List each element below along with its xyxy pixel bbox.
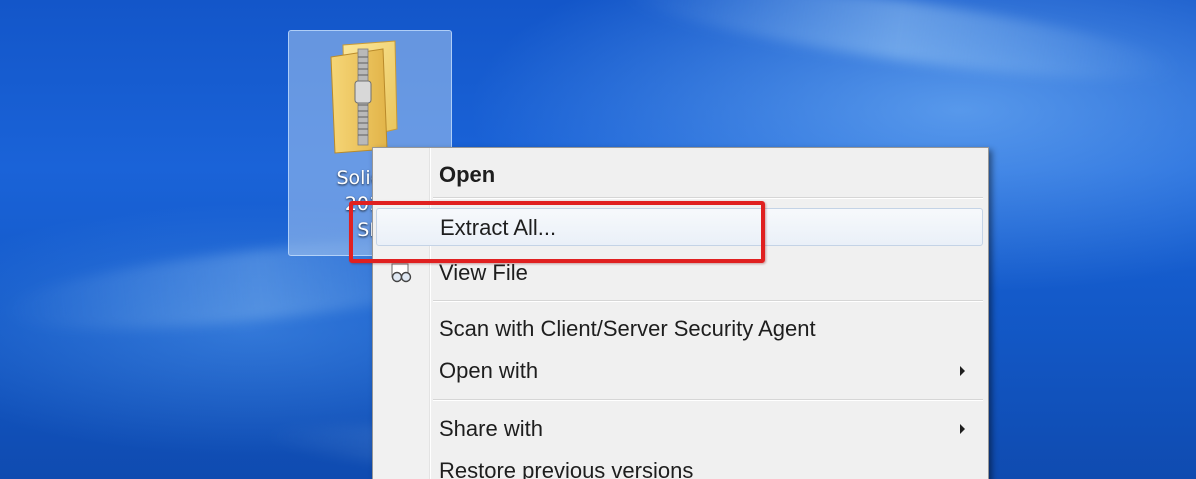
menu-item-label: Scan with Client/Server Security Agent	[439, 316, 816, 341]
submenu-arrow-icon	[960, 366, 965, 376]
menu-item-label: Open with	[439, 358, 539, 383]
context-menu: Open Extract All... View File Scan with …	[372, 147, 989, 479]
menu-item-scan-security-agent[interactable]: Scan with Client/Server Security Agent	[376, 310, 983, 348]
menu-separator	[433, 399, 983, 401]
zip-folder-icon	[330, 40, 398, 154]
desktop-background: SolidW 2014 SP Open Extract All... View …	[0, 0, 1196, 479]
menu-item-open[interactable]: Open	[376, 156, 983, 194]
menu-item-label: Open	[439, 162, 496, 187]
submenu-arrow-icon	[960, 424, 965, 434]
menu-item-label: Restore previous versions	[439, 458, 694, 479]
menu-item-label: Extract All...	[440, 215, 557, 240]
wallpaper-streak	[618, 0, 1182, 99]
menu-item-open-with[interactable]: Open with	[376, 352, 983, 390]
menu-separator	[433, 197, 983, 199]
menu-item-share-with[interactable]: Share with	[376, 410, 983, 448]
menu-item-restore-previous-versions[interactable]: Restore previous versions	[376, 452, 983, 479]
menu-item-view-file[interactable]: View File	[376, 254, 983, 292]
menu-item-extract-all[interactable]: Extract All...	[376, 208, 983, 246]
menu-item-label: View File	[439, 260, 528, 285]
menu-item-label: Share with	[439, 416, 543, 441]
view-file-icon	[391, 263, 412, 283]
menu-separator	[433, 300, 983, 302]
